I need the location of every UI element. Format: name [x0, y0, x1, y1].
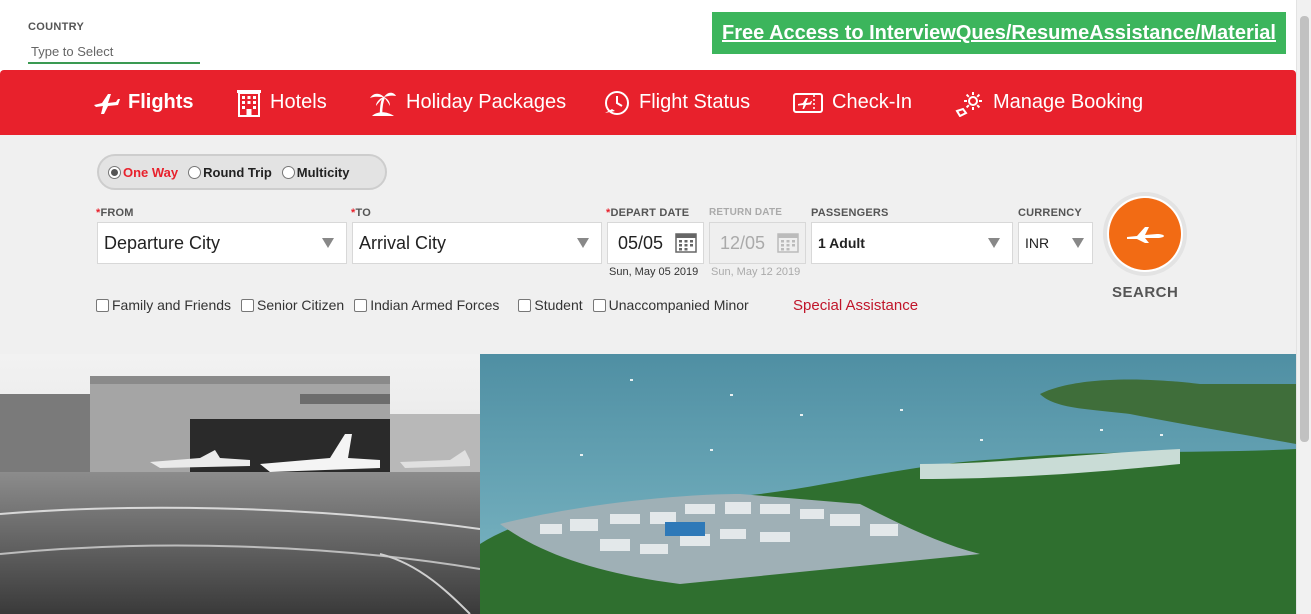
palm-tree-icon [370, 92, 396, 116]
tab-check-in[interactable]: Check-In [792, 70, 912, 135]
discount-options: Family and Friends Senior Citizen Indian… [96, 297, 759, 313]
search-label: SEARCH [1112, 284, 1179, 301]
country-label: COUNTRY [28, 21, 85, 33]
radio-round-trip[interactable]: Round Trip [188, 165, 272, 180]
tab-manage-booking-label: Manage Booking [993, 91, 1144, 113]
trip-type-selector: One Way Round Trip Multicity [97, 154, 387, 190]
page-scrollbar[interactable] [1296, 0, 1311, 614]
top-bar: COUNTRY Free Access to InterviewQues/Res… [0, 0, 1296, 70]
special-assistance-link[interactable]: Special Assistance [793, 297, 918, 314]
to-label: *TO [351, 207, 371, 219]
to-select[interactable]: Arrival City [352, 222, 602, 264]
tab-flight-status-label: Flight Status [639, 91, 751, 113]
chevron-down-icon [322, 238, 334, 248]
tab-holiday-packages-label: Holiday Packages [406, 91, 567, 113]
hero-image-coast [480, 354, 1296, 614]
chevron-down-icon [1072, 238, 1084, 248]
radio-one-way[interactable]: One Way [108, 165, 178, 180]
chevron-down-icon [988, 238, 1000, 248]
hotel-icon [237, 89, 261, 117]
flight-status-icon [605, 90, 629, 115]
country-input[interactable] [28, 40, 200, 64]
tab-manage-booking[interactable]: Manage Booking [955, 70, 1143, 135]
hero-image-airport [0, 354, 480, 614]
tab-flight-status[interactable]: Flight Status [603, 70, 750, 135]
search-button[interactable] [1103, 192, 1187, 276]
currency-select[interactable]: INR [1018, 222, 1093, 264]
depart-date-input[interactable]: 05/05 [607, 222, 704, 264]
checkbox-student[interactable]: Student [518, 297, 583, 313]
tab-hotels[interactable]: Hotels [236, 70, 327, 135]
plane-icon [94, 93, 120, 114]
ticket-icon [793, 92, 823, 113]
calendar-icon [777, 233, 799, 253]
checkbox-family-friends[interactable]: Family and Friends [96, 297, 231, 313]
passengers-select[interactable]: 1 Adult [811, 222, 1013, 264]
depart-date-full: Sun, May 05 2019 [609, 266, 699, 278]
tab-check-in-label: Check-In [832, 91, 913, 113]
currency-label: CURRENCY [1018, 207, 1082, 219]
return-date-full: Sun, May 12 2019 [711, 266, 801, 278]
tab-flights[interactable]: Flights [92, 70, 194, 135]
calendar-icon [675, 233, 697, 253]
tab-holiday-packages[interactable]: Holiday Packages [368, 70, 566, 135]
passengers-label: PASSENGERS [811, 207, 889, 219]
gear-icon [955, 91, 982, 117]
checkbox-senior-citizen[interactable]: Senior Citizen [241, 297, 344, 313]
depart-date-label: *DEPART DATE [606, 207, 690, 219]
plane-icon [1127, 227, 1164, 243]
flight-search-panel: One Way Round Trip Multicity *FROM Depar… [0, 135, 1296, 354]
radio-multicity[interactable]: Multicity [281, 165, 350, 180]
from-select[interactable]: Departure City [97, 222, 347, 264]
tab-flights-label: Flights [128, 91, 194, 113]
from-label: *FROM [96, 207, 134, 219]
checkbox-unaccompanied-minor[interactable]: Unaccompanied Minor [592, 297, 749, 313]
scrollbar-thumb[interactable] [1300, 16, 1309, 442]
tab-hotels-label: Hotels [270, 91, 327, 113]
return-date-label: RETURN DATE [709, 207, 783, 218]
return-date-input[interactable]: 12/05 [709, 222, 806, 264]
chevron-down-icon [577, 238, 589, 248]
promo-banner-link[interactable]: Free Access to InterviewQues/ResumeAssis… [712, 12, 1286, 54]
main-nav: Flights Hotels Holiday Packages Flight S… [0, 70, 1296, 135]
checkbox-armed-forces[interactable]: Indian Armed Forces [354, 297, 499, 313]
